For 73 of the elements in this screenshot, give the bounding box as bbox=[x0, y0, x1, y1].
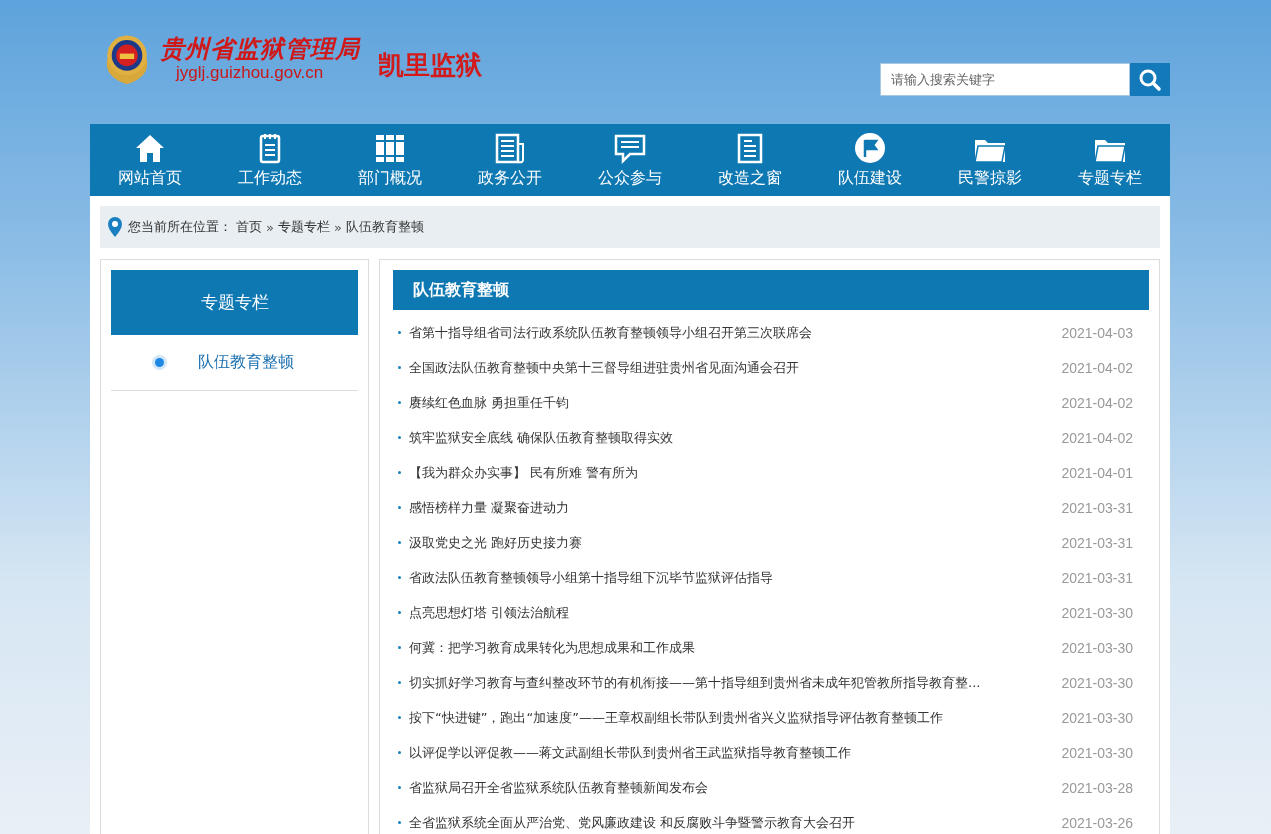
article-date: 2021-03-31 bbox=[1061, 499, 1133, 516]
bullet-icon bbox=[155, 358, 164, 367]
nav-link[interactable]: 网站首页 bbox=[90, 124, 210, 196]
agency-name: 贵州省监狱管理局 bbox=[160, 35, 360, 63]
search-field[interactable]: 请输入搜索关键字 bbox=[880, 63, 1130, 96]
article-date: 2021-03-28 bbox=[1061, 779, 1133, 796]
breadcrumb-separator: » bbox=[333, 219, 342, 235]
search-icon bbox=[1138, 67, 1162, 92]
nav-link[interactable]: 专题专栏 bbox=[1050, 124, 1170, 196]
sidebar-title: 专题专栏 bbox=[111, 270, 358, 335]
bullet-icon bbox=[398, 506, 401, 509]
article-link[interactable]: 省第十指导组省司法行政系统队伍教育整顿领导小组召开第三次联席会 bbox=[409, 323, 1062, 342]
bullet-icon bbox=[398, 471, 401, 474]
article-link[interactable]: 全国政法队伍教育整顿中央第十三督导组进驻贵州省见面沟通会召开 bbox=[409, 358, 1062, 377]
newspaper-icon bbox=[493, 131, 527, 164]
nav-link[interactable]: 公众参与 bbox=[570, 124, 690, 196]
bullet-icon bbox=[398, 401, 401, 404]
bullet-icon bbox=[398, 576, 401, 579]
article-date: 2021-04-02 bbox=[1061, 429, 1133, 446]
article-date: 2021-03-26 bbox=[1061, 814, 1133, 831]
article-date: 2021-04-02 bbox=[1061, 359, 1133, 376]
breadcrumb-separator: » bbox=[266, 219, 274, 235]
article-link[interactable]: 以评促学以评促教——蒋文武副组长带队到贵州省王武监狱指导教育整顿工作 bbox=[409, 743, 1062, 762]
bullet-icon bbox=[398, 716, 401, 719]
article-link[interactable]: 【我为群众办实事】 民有所难 警有所为 bbox=[409, 463, 1062, 482]
bullet-icon bbox=[398, 366, 401, 369]
breadcrumb-label: 您当前所在位置： bbox=[128, 218, 232, 236]
article-link[interactable]: 按下“快进键”，跑出“加速度”——王章权副组长带队到贵州省兴义监狱指导评估教育整顿工作 bbox=[409, 708, 1062, 727]
article-link[interactable]: 全省监狱系统全面从严治党、党风廉政建设 和反腐败斗争暨警示教育大会召开 bbox=[409, 813, 1062, 832]
section-title: 队伍教育整顿 bbox=[393, 270, 1149, 310]
breadcrumb-link[interactable]: 队伍教育整顿 bbox=[345, 218, 424, 236]
nav-link[interactable]: 队伍建设 bbox=[810, 124, 930, 196]
site-url: jyglj.guizhou.gov.cn bbox=[176, 63, 324, 83]
article-link[interactable]: 切实抓好学习教育与查纠整改环节的有机衔接——第十指导组到贵州省未成年犯管教所指导教育整... bbox=[409, 673, 1062, 692]
article-link[interactable]: 何冀：把学习教育成果转化为思想成果和工作成果 bbox=[409, 638, 1062, 657]
article-date: 2021-04-03 bbox=[1061, 324, 1133, 341]
bullet-icon bbox=[398, 541, 401, 544]
bullet-icon bbox=[398, 751, 401, 754]
article-date: 2021-03-30 bbox=[1061, 639, 1133, 656]
bullet-icon bbox=[398, 436, 401, 439]
article-link[interactable]: 筑牢监狱安全底线 确保队伍教育整顿取得实效 bbox=[409, 428, 1062, 447]
bullet-icon bbox=[398, 821, 401, 824]
bullet-icon bbox=[398, 681, 401, 684]
article-date: 2021-03-30 bbox=[1061, 709, 1133, 726]
article-link[interactable]: 汲取党史之光 跑好历史接力赛 bbox=[409, 533, 1062, 552]
flag-icon bbox=[853, 131, 887, 164]
nav-link[interactable]: 政务公开 bbox=[450, 124, 570, 196]
bullet-icon bbox=[398, 646, 401, 649]
article-date: 2021-04-02 bbox=[1061, 394, 1133, 411]
article-link[interactable]: 省监狱局召开全省监狱系统队伍教育整顿新闻发布会 bbox=[409, 778, 1062, 797]
article-date: 2021-03-31 bbox=[1061, 569, 1133, 586]
article-link[interactable]: 点亮思想灯塔 引领法治航程 bbox=[409, 603, 1062, 622]
nav-link[interactable]: 部门概况 bbox=[330, 124, 450, 196]
location-pin-icon bbox=[108, 217, 122, 237]
article-date: 2021-03-31 bbox=[1061, 534, 1133, 551]
article-link[interactable]: 省政法队伍教育整顿领导小组第十指导组下沉毕节监狱评估指导 bbox=[409, 568, 1062, 587]
bullet-icon bbox=[398, 786, 401, 789]
site-name: 凯里监狱 bbox=[378, 48, 482, 82]
article-date: 2021-03-30 bbox=[1061, 744, 1133, 761]
search-button[interactable] bbox=[1130, 63, 1170, 96]
sidebar-item[interactable]: 队伍教育整顿 bbox=[111, 335, 358, 391]
article-date: 2021-04-01 bbox=[1061, 464, 1133, 481]
nav-link[interactable]: 改造之窗 bbox=[690, 124, 810, 196]
bullet-icon bbox=[398, 611, 401, 614]
nav-link[interactable]: 民警掠影 bbox=[930, 124, 1050, 196]
nav-link[interactable]: 工作动态 bbox=[210, 124, 330, 196]
article-date: 2021-03-30 bbox=[1061, 674, 1133, 691]
article-link[interactable]: 感悟榜样力量 凝聚奋进动力 bbox=[409, 498, 1062, 517]
article-date: 2021-03-30 bbox=[1061, 604, 1133, 621]
breadcrumb-link[interactable]: 专题专栏 bbox=[277, 218, 330, 236]
bullet-icon bbox=[398, 331, 401, 334]
breadcrumb-link[interactable]: 首页 bbox=[236, 218, 262, 236]
article-link[interactable]: 赓续红色血脉 勇担重任千钧 bbox=[409, 393, 1062, 412]
